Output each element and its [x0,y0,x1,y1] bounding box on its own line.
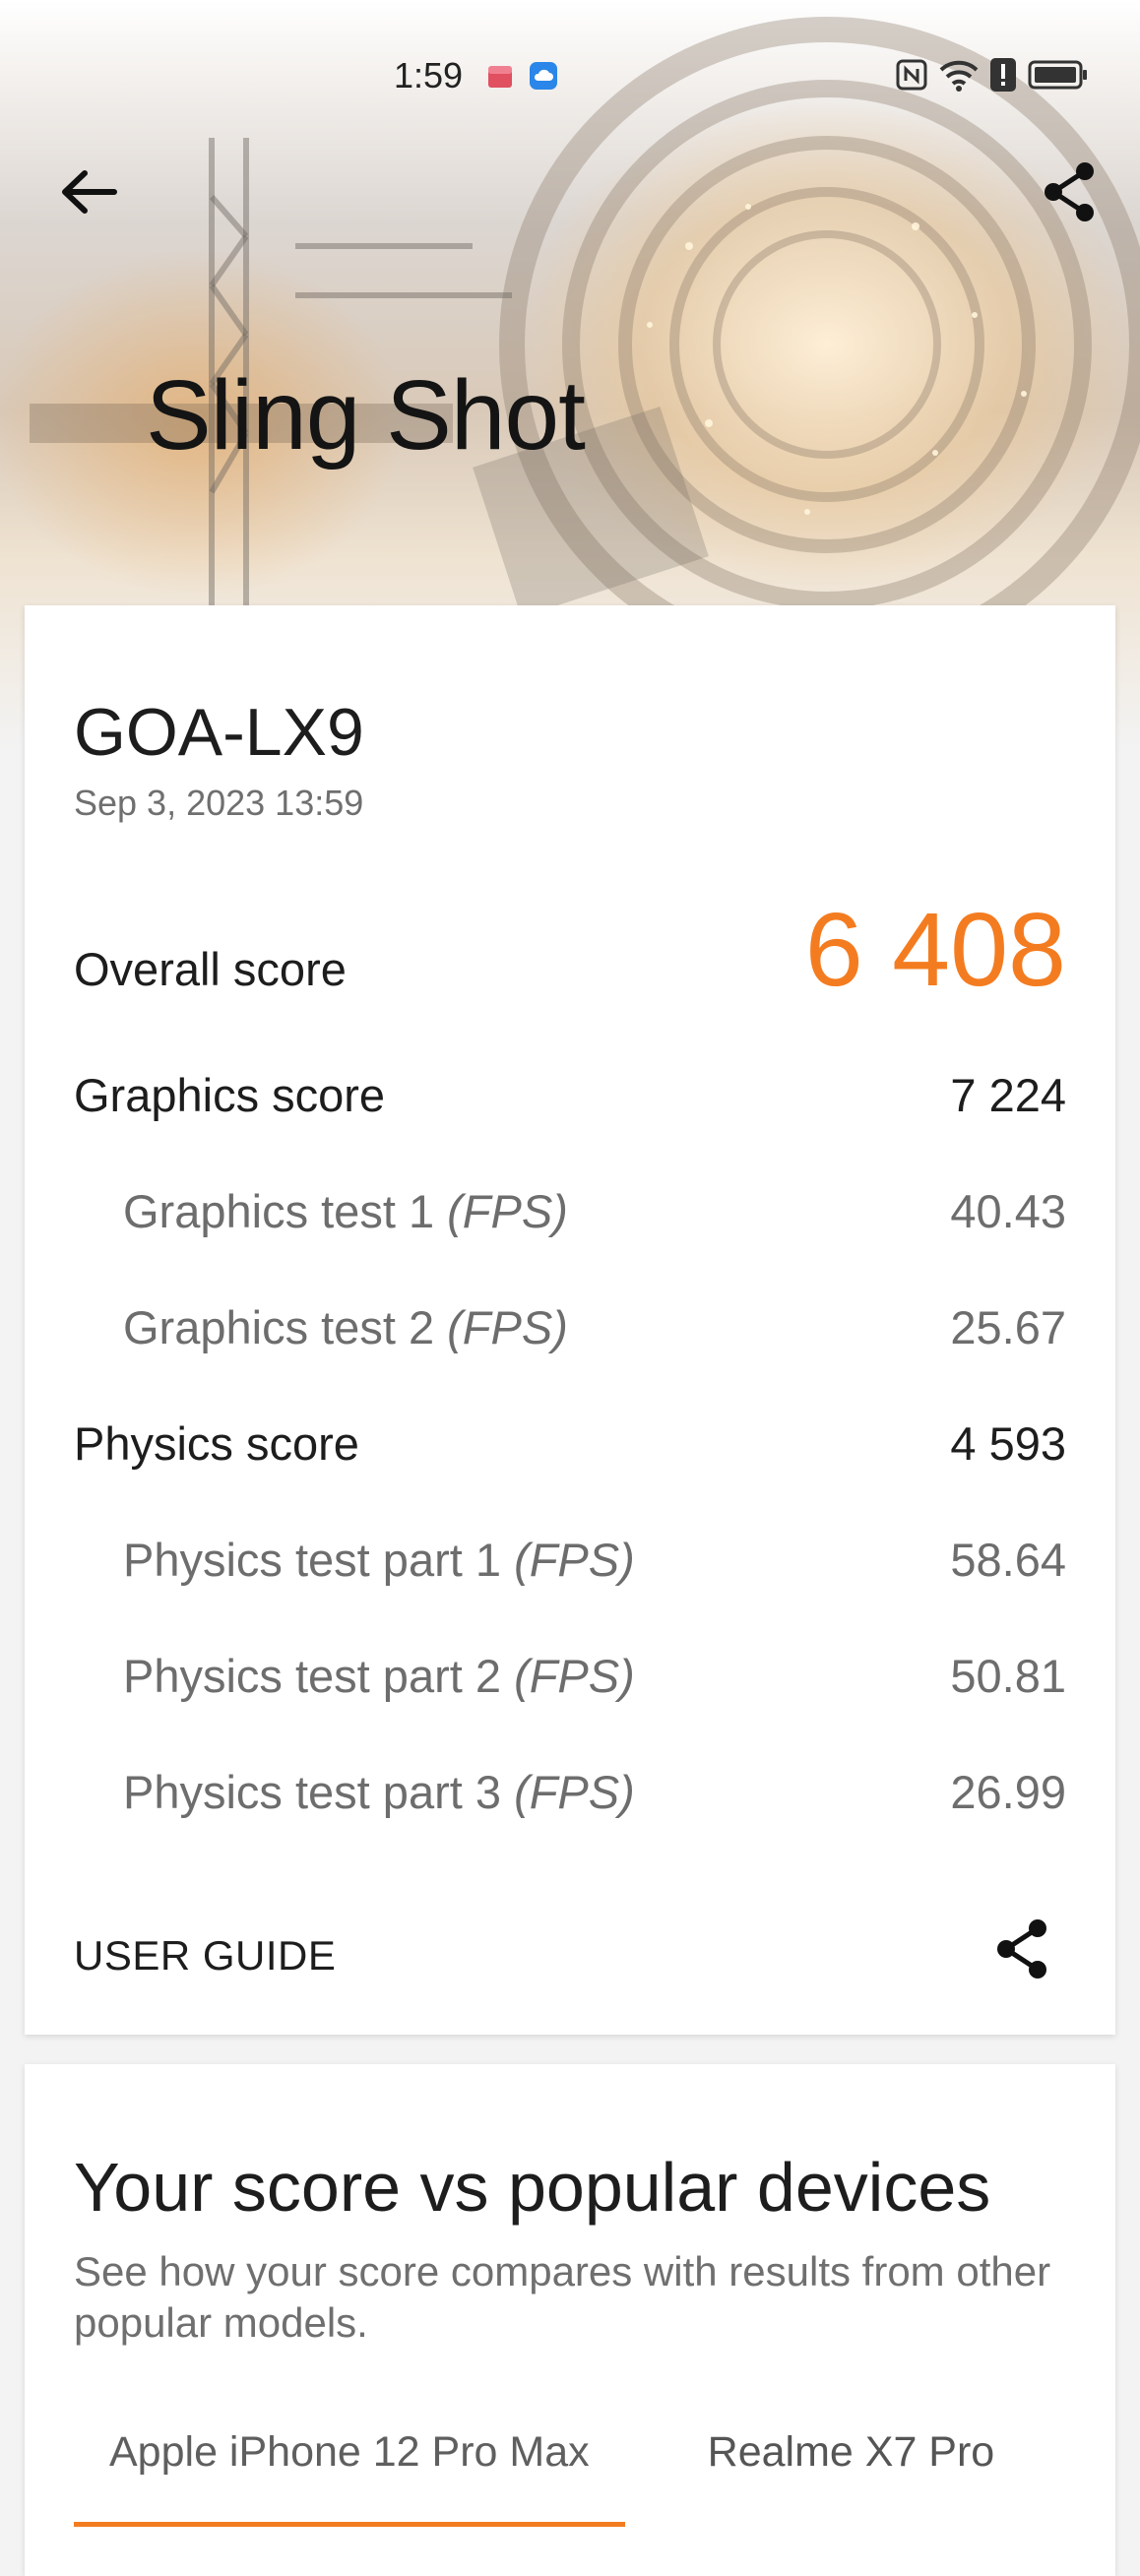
share-button-top[interactable] [1030,153,1108,231]
overall-score-label: Overall score [74,943,347,995]
graphics-test-label: Graphics test 2 (FPS) [123,1301,568,1353]
status-time: 1:59 [394,55,464,95]
overall-score-row: Overall score 6 408 [74,891,1066,1010]
physics-test-label: Physics test part 2 (FPS) [123,1650,635,1702]
physics-test-value: 26.99 [950,1766,1066,1818]
graphics-test-2-row: Graphics test 2 (FPS) 25.67 [74,1300,1066,1354]
wifi-icon [939,60,979,92]
battery-icon [1028,60,1087,90]
result-date: Sep 3, 2023 13:59 [74,783,364,823]
graphics-test-label: Graphics test 1 (FPS) [123,1185,568,1237]
status-bar: 1:59 [0,0,1140,118]
physics-test-1-row: Physics test part 1 (FPS) 58.64 [74,1533,1066,1587]
physics-score-row: Physics score 4 593 [74,1416,1066,1471]
share-icon [1045,162,1094,221]
status-icons [896,57,1089,93]
app-notification-icon [488,66,512,88]
physics-score-label: Physics score [74,1417,359,1470]
graphics-test-value: 25.67 [950,1301,1066,1353]
share-icon [997,1919,1046,1979]
alert-icon [990,58,1016,92]
share-result-button[interactable] [987,1915,1056,1983]
physics-test-value: 58.64 [950,1534,1066,1586]
result-card: GOA-LX9 Sep 3, 2023 13:59 Overall score … [25,605,1115,2035]
compare-description: See how your score compares with results… [74,2248,1051,2346]
page-title: Sling Shot [146,360,586,471]
physics-test-value: 50.81 [950,1650,1066,1702]
nfc-icon [896,59,927,91]
tab-next-device[interactable]: X [1077,2428,1078,2527]
arrow-left-icon [62,170,117,214]
device-tabs: Apple iPhone 12 Pro Max Realme X7 Pro X [74,2428,1078,2527]
physics-score-value: 4 593 [950,1417,1066,1470]
graphics-score-value: 7 224 [950,1069,1066,1121]
physics-test-label: Physics test part 3 (FPS) [123,1766,635,1818]
cloud-notification-icon [530,62,557,90]
graphics-test-1-row: Graphics test 1 (FPS) 40.43 [74,1184,1066,1238]
compare-card: Your score vs popular devices See how yo… [25,2064,1115,2576]
physics-test-label: Physics test part 1 (FPS) [123,1534,635,1586]
device-name: GOA-LX9 [74,695,364,770]
graphics-score-row: Graphics score 7 224 [74,1068,1066,1122]
tab-realme-x7-pro[interactable]: Realme X7 Pro [672,2428,1031,2527]
physics-test-3-row: Physics test part 3 (FPS) 26.99 [74,1765,1066,1819]
graphics-score-label: Graphics score [74,1069,386,1121]
back-button[interactable] [49,153,128,231]
physics-test-2-row: Physics test part 2 (FPS) 50.81 [74,1649,1066,1703]
user-guide-link[interactable]: USER GUIDE [74,1932,336,1979]
overall-score-value: 6 408 [804,892,1066,1008]
graphics-test-value: 40.43 [950,1185,1066,1237]
tab-iphone-12-pro-max[interactable]: Apple iPhone 12 Pro Max [74,2428,625,2527]
compare-title: Your score vs popular devices [74,2149,991,2226]
